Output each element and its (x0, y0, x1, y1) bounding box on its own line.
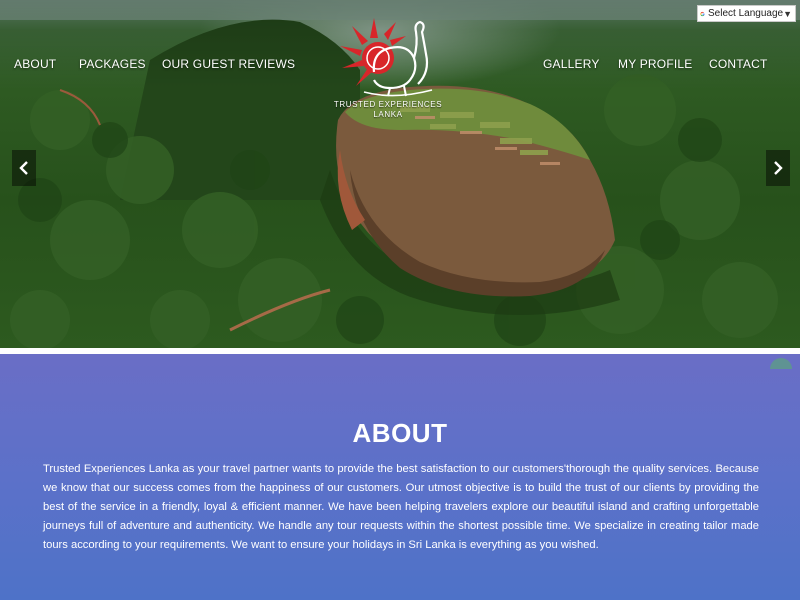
nav-link-contact[interactable]: CONTACT (709, 57, 768, 71)
logo-text-line2: LANKA (373, 110, 403, 119)
about-section: ABOUT Trusted Experiences Lanka as your … (0, 354, 800, 600)
nav-link-about[interactable]: ABOUT (14, 57, 56, 71)
google-g-icon (700, 11, 705, 16)
sun-elephant-logo-icon (340, 18, 433, 97)
nav-link-my-profile[interactable]: MY PROFILE (618, 57, 692, 71)
carousel-prev-button[interactable] (12, 150, 36, 186)
nav-link-packages[interactable]: PACKAGES (79, 57, 146, 71)
about-title: ABOUT (352, 418, 448, 448)
language-select[interactable]: Select Language ▼ (697, 5, 796, 22)
scroll-to-top-button[interactable] (770, 358, 792, 369)
carousel-next-button[interactable] (766, 150, 790, 186)
logo-text-line1: TRUSTED EXPERIENCES (333, 100, 443, 109)
site-logo[interactable]: TRUSTED EXPERIENCES LANKA (328, 14, 448, 120)
dropdown-arrow-icon: ▼ (783, 8, 792, 19)
nav-link-guest-reviews[interactable]: OUR GUEST REVIEWS (162, 57, 295, 71)
language-select-label: Select Language (708, 8, 784, 19)
chevron-right-icon (774, 161, 783, 175)
nav-link-gallery[interactable]: GALLERY (543, 57, 600, 71)
chevron-left-icon (19, 161, 28, 175)
hero-banner: ABOUT PACKAGES OUR GUEST REVIEWS GALLERY… (0, 0, 800, 348)
about-description: Trusted Experiences Lanka as your travel… (43, 463, 759, 551)
